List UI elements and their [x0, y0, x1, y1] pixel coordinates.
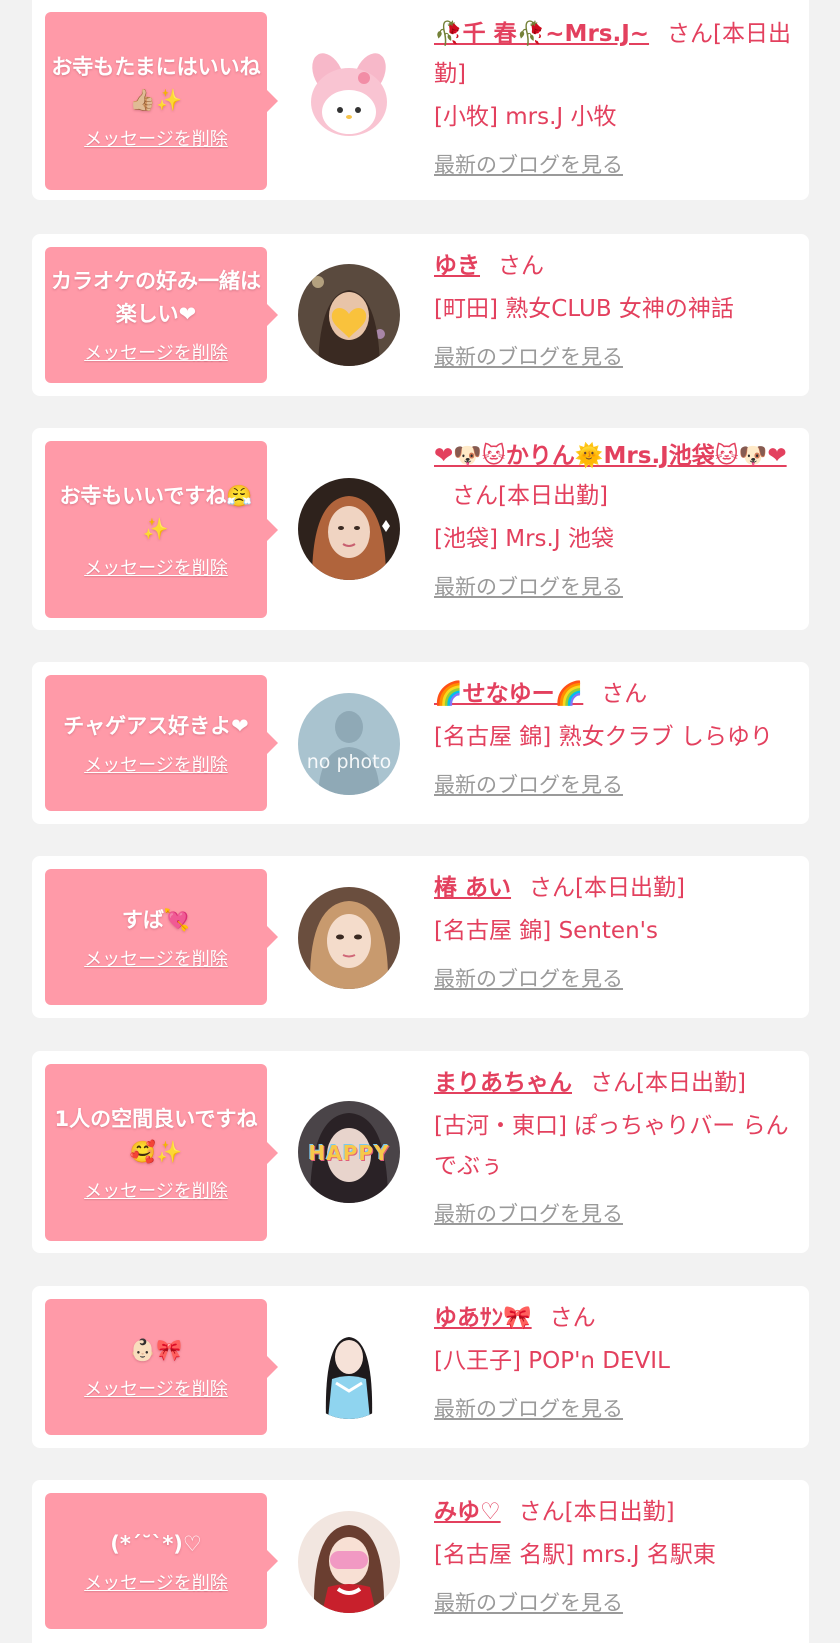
- sender-name-line: ゆき さん: [434, 246, 796, 286]
- pink-bunny-plush-avatar[interactable]: [298, 44, 400, 146]
- latest-blog-link[interactable]: 最新のブログを見る: [434, 149, 623, 179]
- message-text: お寺もたまにはいいね👍🏼✨: [51, 55, 261, 112]
- delete-message-link[interactable]: メッセージを削除: [84, 1569, 228, 1595]
- message-card: カラオケの好み一緒は楽しい❤ メッセージを削除 ゆき さん [町田] 熟女CLUB…: [32, 234, 809, 396]
- shop-name: [名古屋 錦] Senten's: [434, 918, 658, 944]
- sender-name-link[interactable]: 🥀千 春🥀~Mrs.J~: [434, 21, 649, 47]
- message-list: お寺もたまにはいいね👍🏼✨ メッセージを削除 🥀千 春🥀~Mrs.J~ さん[本日…: [0, 0, 840, 1643]
- sender-info: 🥀千 春🥀~Mrs.J~ さん[本日出勤] [小牧] mrs.J 小牧 最新のブロ…: [434, 14, 796, 179]
- shop-name: [池袋] Mrs.J 池袋: [434, 526, 614, 552]
- honorific-status: さん: [549, 1305, 596, 1331]
- delete-message-link[interactable]: メッセージを削除: [84, 1177, 228, 1203]
- sender-name-link[interactable]: 🌈せなゆー🌈: [434, 681, 583, 707]
- shop-name: [名古屋 名駅] mrs.J 名駅東: [434, 1542, 716, 1568]
- sender-name-line: ゆあｻﾝ🎀 さん: [434, 1298, 796, 1338]
- shop-name: [八王子] POP'n DEVIL: [434, 1348, 670, 1374]
- woman-photo-avatar[interactable]: [298, 887, 400, 989]
- sender-name-link[interactable]: 椿 あい: [434, 875, 511, 901]
- latest-blog-link[interactable]: 最新のブログを見る: [434, 1393, 623, 1423]
- shop-name: [名古屋 錦] 熟女クラブ しらゆり: [434, 724, 773, 750]
- message-card: チャゲアス好きよ❤ メッセージを削除 no photo 🌈せなゆー🌈 さん [名古…: [32, 662, 809, 824]
- honorific-status: さん[本日出勤]: [518, 1499, 675, 1525]
- delete-message-link[interactable]: メッセージを削除: [84, 339, 228, 365]
- delete-message-link[interactable]: メッセージを削除: [84, 751, 228, 777]
- latest-blog-link[interactable]: 最新のブログを見る: [434, 1198, 623, 1228]
- sender-name-link[interactable]: みゆ♡: [434, 1499, 501, 1525]
- message-text: (*´˘`*)♡: [110, 1531, 202, 1556]
- latest-blog-link[interactable]: 最新のブログを見る: [434, 341, 623, 371]
- delete-message-link[interactable]: メッセージを削除: [84, 945, 228, 971]
- message-card: お寺もたまにはいいね👍🏼✨ メッセージを削除 🥀千 春🥀~Mrs.J~ さん[本日…: [32, 0, 809, 200]
- message-bubble: カラオケの好み一緒は楽しい❤ メッセージを削除: [45, 247, 278, 383]
- woman-photo-avatar[interactable]: [298, 264, 400, 366]
- message-text: 1人の空間良いですね🥰✨: [54, 1106, 258, 1164]
- message-text: カラオケの好み一緒は楽しい❤: [51, 269, 261, 326]
- honorific-status: さん[本日出勤]: [590, 1070, 746, 1096]
- sender-name-link[interactable]: ゆき: [434, 253, 480, 279]
- sender-info: 椿 あい さん[本日出勤] [名古屋 錦] Senten's 最新のブログを見る: [434, 868, 796, 993]
- sender-name-line: まりあちゃん さん[本日出勤]: [434, 1063, 796, 1103]
- sender-name-line: 🥀千 春🥀~Mrs.J~ さん[本日出勤]: [434, 14, 796, 94]
- honorific-status: さん: [498, 253, 544, 279]
- delete-message-link[interactable]: メッセージを削除: [84, 554, 228, 580]
- message-bubble: (*´˘`*)♡ メッセージを削除: [45, 1493, 278, 1629]
- message-card: お寺もいいですね😤✨ メッセージを削除 ❤🐶🐱かりん🌞Mrs.J池袋🐱🐶❤ さん[…: [32, 428, 809, 630]
- message-bubble: お寺もたまにはいいね👍🏼✨ メッセージを削除: [45, 12, 278, 190]
- message-bubble: 👶🏻🎀 メッセージを削除: [45, 1299, 278, 1435]
- message-text: 👶🏻🎀: [129, 1337, 183, 1362]
- honorific-status: さん[本日出勤]: [452, 483, 608, 509]
- no-photo-avatar[interactable]: no photo: [298, 693, 400, 795]
- woman-photo-avatar[interactable]: [298, 1317, 400, 1419]
- sender-info: ❤🐶🐱かりん🌞Mrs.J池袋🐱🐶❤さん[本日出勤] [池袋] Mrs.J 池袋 …: [434, 436, 796, 601]
- latest-blog-link[interactable]: 最新のブログを見る: [434, 571, 623, 601]
- woman-photo-avatar[interactable]: [298, 478, 400, 580]
- message-bubble: お寺もいいですね😤✨ メッセージを削除: [45, 441, 278, 618]
- sender-name-link[interactable]: ❤🐶🐱かりん🌞Mrs.J池袋🐱🐶❤: [434, 443, 787, 469]
- happy-sticker-label: HAPPY: [308, 1141, 390, 1165]
- shop-name: [小牧] mrs.J 小牧: [434, 104, 617, 130]
- sender-info: まりあちゃん さん[本日出勤] [古河・東口] ぽっちゃりバー らんでぶぅ 最新の…: [434, 1063, 796, 1228]
- message-card: 👶🏻🎀 メッセージを削除 ゆあｻﾝ🎀 さん [八王子] POP'n DEVIL 最…: [32, 1286, 809, 1448]
- sender-name-link[interactable]: ゆあｻﾝ🎀: [434, 1305, 532, 1331]
- honorific-status: さん: [601, 681, 648, 707]
- shop-name: [古河・東口] ぽっちゃりバー らんでぶぅ: [434, 1113, 789, 1179]
- honorific-status: さん[本日出勤]: [529, 875, 685, 901]
- latest-blog-link[interactable]: 最新のブログを見る: [434, 1587, 623, 1617]
- message-text: すば💘: [121, 907, 191, 932]
- sender-info: ゆあｻﾝ🎀 さん [八王子] POP'n DEVIL 最新のブログを見る: [434, 1298, 796, 1423]
- delete-message-link[interactable]: メッセージを削除: [84, 1375, 228, 1401]
- sender-info: みゆ♡ さん[本日出勤] [名古屋 名駅] mrs.J 名駅東 最新のブログを見る: [434, 1492, 796, 1617]
- sender-name-line: ❤🐶🐱かりん🌞Mrs.J池袋🐱🐶❤ さん[本日出勤]: [434, 436, 796, 516]
- latest-blog-link[interactable]: 最新のブログを見る: [434, 963, 623, 993]
- message-bubble: チャゲアス好きよ❤ メッセージを削除: [45, 675, 278, 811]
- sender-name-line: 🌈せなゆー🌈 さん: [434, 674, 796, 714]
- shop-name: [町田] 熟女CLUB 女神の神話: [434, 296, 734, 322]
- message-bubble: 1人の空間良いですね🥰✨ メッセージを削除: [45, 1064, 278, 1241]
- message-bubble: すば💘 メッセージを削除: [45, 869, 278, 1005]
- sender-info: 🌈せなゆー🌈 さん [名古屋 錦] 熟女クラブ しらゆり 最新のブログを見る: [434, 674, 796, 799]
- message-text: お寺もいいですね😤✨: [59, 483, 253, 541]
- woman-photo-avatar[interactable]: [298, 1511, 400, 1613]
- message-card: すば💘 メッセージを削除 椿 あい さん[本日出勤] [名古屋 錦] Senten…: [32, 856, 809, 1018]
- delete-message-link[interactable]: メッセージを削除: [84, 125, 228, 151]
- sender-info: ゆき さん [町田] 熟女CLUB 女神の神話 最新のブログを見る: [434, 246, 796, 371]
- sender-name-link[interactable]: まりあちゃん: [434, 1070, 572, 1096]
- latest-blog-link[interactable]: 最新のブログを見る: [434, 769, 623, 799]
- sender-name-line: みゆ♡ さん[本日出勤]: [434, 1492, 796, 1532]
- no-photo-label: no photo: [306, 751, 392, 773]
- sender-name-line: 椿 あい さん[本日出勤]: [434, 868, 796, 908]
- message-card: (*´˘`*)♡ メッセージを削除 みゆ♡ さん[本日出勤] [名古屋 名駅] m…: [32, 1480, 809, 1643]
- message-text: チャゲアス好きよ❤: [63, 713, 249, 738]
- message-card: 1人の空間良いですね🥰✨ メッセージを削除 HAPPY まりあちゃん さん[本日出…: [32, 1051, 809, 1253]
- woman-photo-avatar[interactable]: HAPPY: [298, 1101, 400, 1203]
